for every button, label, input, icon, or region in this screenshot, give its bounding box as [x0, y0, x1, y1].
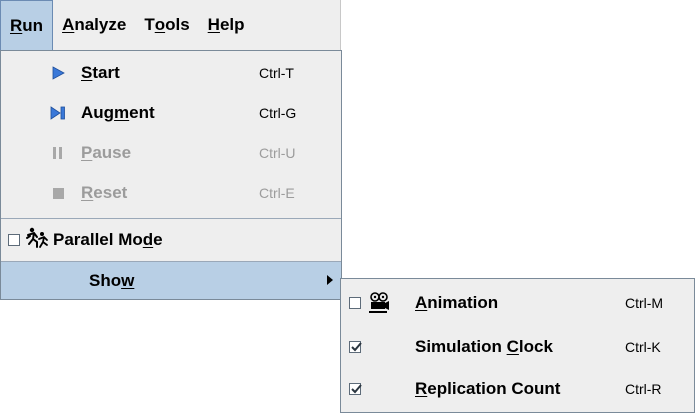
runners-icon	[25, 227, 49, 254]
show-submenu: Animation Ctrl-M Simulation Clock Ctrl-K…	[340, 278, 695, 413]
menu-help-mnemonic: H	[207, 15, 220, 34]
menu-analyze[interactable]: Analyze	[53, 0, 135, 50]
menu-item-pause[interactable]: Pause Ctrl-U	[1, 135, 341, 171]
projector-icon	[367, 292, 391, 314]
augment-label: Augment	[81, 103, 155, 122]
step-forward-icon	[47, 106, 69, 120]
menu-item-parallel-mode[interactable]: Parallel Mode	[1, 221, 341, 259]
show-label: Show	[89, 270, 135, 290]
replication-count-label: Replication Count	[415, 379, 561, 398]
menu-analyze-label: nalyze	[74, 15, 127, 34]
submenu-item-replication-count[interactable]: Replication Count Ctrl-R	[341, 369, 694, 409]
animation-checkbox[interactable]	[349, 297, 361, 309]
menu-help-label: elp	[219, 15, 245, 34]
menu-help[interactable]: Help	[199, 0, 254, 50]
pause-icon	[47, 146, 69, 160]
simulation-clock-checkbox[interactable]	[349, 341, 362, 353]
menu-analyze-mnemonic: A	[62, 15, 75, 34]
menu-run-label: un	[22, 15, 44, 35]
parallel-mode-checkbox[interactable]	[8, 234, 20, 246]
menu-run[interactable]: Run	[0, 0, 54, 50]
reset-shortcut: Ctrl-E	[259, 185, 295, 201]
augment-shortcut: Ctrl-G	[259, 105, 297, 121]
pause-shortcut: Ctrl-U	[259, 145, 296, 161]
start-label: Start	[81, 63, 120, 82]
submenu-item-animation[interactable]: Animation Ctrl-M	[341, 283, 694, 323]
animation-shortcut: Ctrl-M	[625, 295, 664, 311]
submenu-arrow-icon	[326, 271, 334, 291]
menu-item-start[interactable]: Start Ctrl-T	[1, 55, 341, 91]
stop-icon	[47, 187, 69, 200]
menu-tools-mnemonic: o	[154, 15, 166, 34]
reset-label: Reset	[81, 183, 128, 202]
menu-run-mnemonic: R	[10, 15, 23, 35]
animation-label: Animation	[415, 293, 499, 312]
submenu-item-simulation-clock[interactable]: Simulation Clock Ctrl-K	[341, 327, 694, 367]
menu-item-show[interactable]: Show	[1, 262, 341, 299]
pause-label: Pause	[81, 143, 132, 162]
menu-tools[interactable]: To ols	[135, 0, 198, 50]
menu-tools-label-pre: T	[144, 15, 155, 34]
simulation-clock-shortcut: Ctrl-K	[625, 339, 661, 355]
run-menu-dropdown: Start Ctrl-T Augment Ctrl-G Pause Ctrl-U…	[0, 50, 342, 300]
menu-item-reset[interactable]: Reset Ctrl-E	[1, 175, 341, 211]
menu-separator	[1, 218, 341, 219]
simulation-clock-label: Simulation Clock	[415, 337, 553, 356]
parallel-mode-label: Parallel Mode	[53, 230, 163, 249]
replication-count-shortcut: Ctrl-R	[625, 381, 662, 397]
menu-tools-label: ols	[165, 15, 190, 34]
menu-bar: Run Analyze To ols Help	[0, 0, 341, 50]
replication-count-checkbox[interactable]	[349, 383, 362, 395]
start-shortcut: Ctrl-T	[259, 65, 294, 81]
menu-item-augment[interactable]: Augment Ctrl-G	[1, 95, 341, 131]
play-icon	[47, 66, 69, 80]
